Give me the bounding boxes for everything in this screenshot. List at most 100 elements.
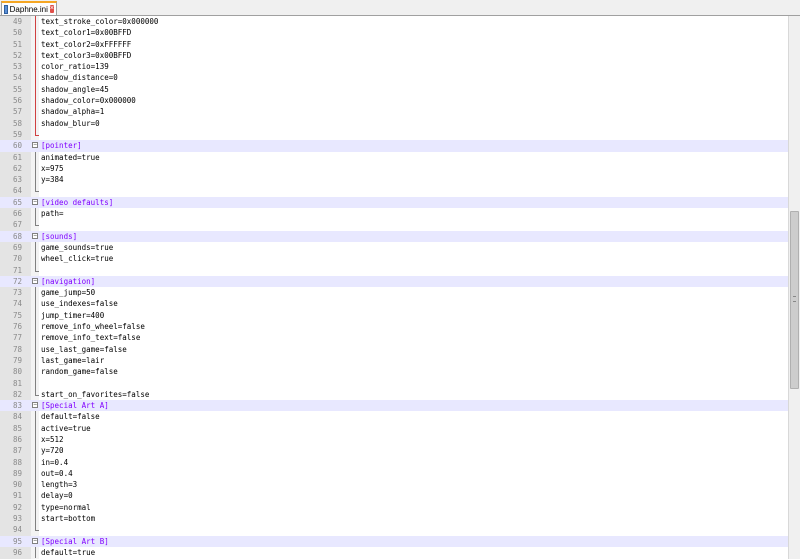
code-line[interactable]: 57 shadow_alpha=1 bbox=[0, 106, 788, 118]
fold-toggle-icon[interactable]: − bbox=[31, 276, 39, 287]
code-line[interactable]: 61 animated=true bbox=[0, 151, 788, 163]
line-text: game_jump=50 bbox=[41, 288, 96, 298]
editor-area[interactable]: 49 text_stroke_color=0x000000 50 text_color… bbox=[0, 16, 788, 559]
code-line[interactable]: 84 default=false bbox=[0, 411, 788, 423]
line-text: remove_info_wheel=false bbox=[41, 322, 145, 332]
section-header-line[interactable]: 65− [video defaults] bbox=[0, 196, 788, 209]
line-number: 92 bbox=[12, 502, 22, 512]
section-header-line[interactable]: 95− [Special Art B] bbox=[0, 535, 788, 547]
line-number: 79 bbox=[12, 355, 22, 365]
code-line[interactable]: 50 text_color1=0x00BFFD bbox=[0, 27, 788, 39]
fold-guide bbox=[31, 422, 39, 434]
code-line[interactable]: 51 text_color2=0xFFFFFF bbox=[0, 38, 788, 50]
code-line[interactable]: 87 y=720 bbox=[0, 445, 788, 457]
fold-toggle-icon[interactable]: − bbox=[31, 140, 39, 151]
code-line[interactable]: 96 default=true bbox=[0, 546, 788, 559]
code-line[interactable]: 81 bbox=[0, 377, 788, 389]
code-line[interactable]: 62 x=975 bbox=[0, 162, 788, 175]
line-number: 72 bbox=[12, 276, 22, 286]
fold-guide bbox=[31, 241, 39, 254]
line-text: color_ratio=139 bbox=[41, 62, 109, 72]
code-line[interactable]: 88 in=0.4 bbox=[0, 456, 788, 468]
scrollbar-thumb[interactable] bbox=[790, 211, 799, 389]
line-number: 93 bbox=[12, 514, 22, 524]
fold-toggle-icon[interactable]: − bbox=[31, 536, 39, 547]
line-number: 67 bbox=[12, 220, 22, 230]
code-line[interactable]: 71 bbox=[0, 264, 788, 276]
section-header: [Special Art B] bbox=[41, 536, 109, 546]
code-line[interactable]: 86 x=512 bbox=[0, 433, 788, 446]
fold-guide bbox=[31, 162, 39, 175]
line-text: start_on_favorites=false bbox=[41, 389, 150, 399]
code-line[interactable]: 92 type=normal bbox=[0, 501, 788, 514]
section-header: [video defaults] bbox=[41, 197, 114, 207]
code-line[interactable]: 53 color_ratio=139 bbox=[0, 61, 788, 73]
code-line[interactable]: 82 start_on_favorites=false bbox=[0, 388, 788, 400]
code-line[interactable]: 67 bbox=[0, 219, 788, 230]
code-line[interactable]: 49 text_stroke_color=0x000000 bbox=[0, 16, 788, 28]
line-text: shadow_blur=0 bbox=[41, 118, 100, 128]
section-header-line[interactable]: 68− [sounds] bbox=[0, 230, 788, 242]
fold-toggle-icon[interactable]: − bbox=[31, 400, 39, 411]
code-line[interactable]: 59 bbox=[0, 128, 788, 140]
line-number: 87 bbox=[12, 446, 22, 456]
code-line[interactable]: 66 path= bbox=[0, 208, 788, 220]
fold-guide bbox=[31, 467, 39, 480]
section-header-line[interactable]: 83− [Special Art A] bbox=[0, 400, 788, 412]
line-text: type=normal bbox=[41, 502, 91, 512]
code-line[interactable]: 73 game_jump=50 bbox=[0, 287, 788, 299]
code-line[interactable]: 80 random_game=false bbox=[0, 366, 788, 378]
code-line[interactable]: 91 delay=0 bbox=[0, 490, 788, 502]
fold-guide bbox=[31, 208, 39, 220]
code-line[interactable]: 89 out=0.4 bbox=[0, 467, 788, 480]
code-line[interactable]: 58 shadow_blur=0 bbox=[0, 117, 788, 129]
line-number: 53 bbox=[12, 62, 22, 72]
line-text: text_color3=0x00BFFD bbox=[41, 50, 132, 60]
tab-daphne-ini[interactable]: Daphne.ini × bbox=[1, 1, 57, 15]
fold-toggle-icon[interactable]: − bbox=[31, 197, 39, 208]
code-line[interactable]: 78 use_last_game=false bbox=[0, 343, 788, 355]
line-number: 69 bbox=[12, 242, 22, 252]
close-icon[interactable]: × bbox=[49, 5, 54, 13]
code-line[interactable]: 94 bbox=[0, 524, 788, 535]
code-line[interactable]: 74 use_indexes=false bbox=[0, 298, 788, 310]
code-line[interactable]: 76 remove_info_wheel=false bbox=[0, 321, 788, 333]
line-text: default=false bbox=[41, 412, 100, 422]
fold-guide bbox=[31, 433, 39, 446]
code-line[interactable]: 69 game_sounds=true bbox=[0, 241, 788, 254]
fold-guide bbox=[31, 174, 39, 186]
section-header-line[interactable]: 60− [pointer] bbox=[0, 140, 788, 152]
code-line[interactable]: 75 jump_timer=400 bbox=[0, 309, 788, 322]
code-line[interactable]: 55 shadow_angle=45 bbox=[0, 83, 788, 96]
fold-guide bbox=[31, 83, 39, 96]
section-header-line[interactable]: 72− [navigation] bbox=[0, 275, 788, 288]
tab-bar: Daphne.ini × bbox=[0, 0, 800, 16]
fold-guide bbox=[31, 546, 39, 559]
code-line[interactable]: 79 last_game=lair bbox=[0, 354, 788, 367]
code-line[interactable]: 85 active=true bbox=[0, 422, 788, 434]
code-line[interactable]: 90 length=3 bbox=[0, 479, 788, 491]
code-line[interactable]: 63 y=384 bbox=[0, 174, 788, 186]
fold-toggle-icon[interactable]: − bbox=[31, 231, 39, 242]
line-text: text_color2=0xFFFFFF bbox=[41, 39, 132, 49]
fold-guide bbox=[31, 287, 39, 299]
code-line[interactable]: 77 remove_info_text=false bbox=[0, 332, 788, 344]
code-line[interactable]: 93 start=bottom bbox=[0, 513, 788, 525]
vertical-scrollbar[interactable] bbox=[788, 16, 800, 559]
code-line[interactable]: 54 shadow_distance=0 bbox=[0, 72, 788, 84]
line-number: 56 bbox=[12, 96, 22, 106]
fold-guide bbox=[31, 445, 39, 457]
line-number: 85 bbox=[12, 423, 22, 433]
fold-guide bbox=[31, 513, 39, 525]
code-line[interactable]: 64 bbox=[0, 185, 788, 196]
line-number: 63 bbox=[12, 175, 22, 185]
code-line[interactable]: 70 wheel_click=true bbox=[0, 253, 788, 265]
code-line[interactable]: 56 shadow_color=0x000000 bbox=[0, 95, 788, 107]
code-line[interactable]: 52 text_color3=0x00BFFD bbox=[0, 49, 788, 62]
file-icon bbox=[4, 4, 8, 14]
fold-guide bbox=[31, 95, 39, 107]
line-text: y=384 bbox=[41, 175, 64, 185]
line-text: length=3 bbox=[41, 480, 78, 490]
fold-guide bbox=[31, 117, 39, 129]
section-header: [pointer] bbox=[41, 141, 82, 151]
